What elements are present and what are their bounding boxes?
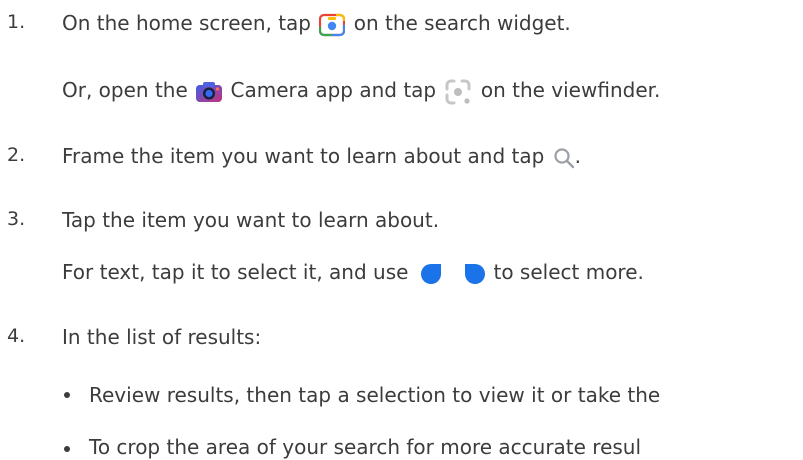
- step-1-number: 1.: [7, 11, 26, 33]
- step-4-text: In the list of results:: [62, 325, 262, 349]
- step-1-sub-b: Camera app and tap: [230, 78, 437, 102]
- step-2-text-after: .: [574, 144, 582, 168]
- step-3-text: Tap the item you want to learn about.: [62, 208, 440, 232]
- step-1-text-after: on the search widget.: [353, 11, 571, 35]
- selection-handle-left-icon: [419, 262, 443, 286]
- step-1-sub-c: on the viewfinder.: [480, 78, 661, 102]
- bullet-2-marker: [64, 446, 70, 452]
- step-3-number: 3.: [7, 208, 26, 230]
- step-3-subtext: For text, tap it to select it, and use t…: [62, 259, 644, 286]
- step-2-text: Frame the item you want to learn about a…: [62, 143, 581, 169]
- step-1-sub-a: Or, open the: [62, 78, 188, 102]
- step-2-text-before: Frame the item you want to learn about a…: [62, 144, 545, 168]
- search-icon: [553, 147, 575, 169]
- camera-app-icon: [195, 81, 223, 103]
- lens-viewfinder-icon: [443, 78, 473, 106]
- bullet-1-marker: [64, 392, 70, 398]
- bullet-1-text: Review results, then tap a selection to …: [89, 383, 661, 407]
- step-3-sub-a: For text, tap it to select it, and use: [62, 260, 409, 284]
- selection-handle-right-icon: [463, 262, 487, 286]
- step-3-sub-b: to select more.: [493, 260, 644, 284]
- step-1-subtext: Or, open the Camera app and tap on the v…: [62, 77, 660, 106]
- step-4-number: 4.: [7, 325, 26, 347]
- step-2-number: 2.: [7, 144, 26, 166]
- step-1-text: On the home screen, tap on the search wi…: [62, 10, 571, 37]
- step-1-text-before: On the home screen, tap: [62, 11, 312, 35]
- bullet-2-text: To crop the area of your search for more…: [89, 435, 642, 459]
- google-lens-icon: [319, 13, 346, 37]
